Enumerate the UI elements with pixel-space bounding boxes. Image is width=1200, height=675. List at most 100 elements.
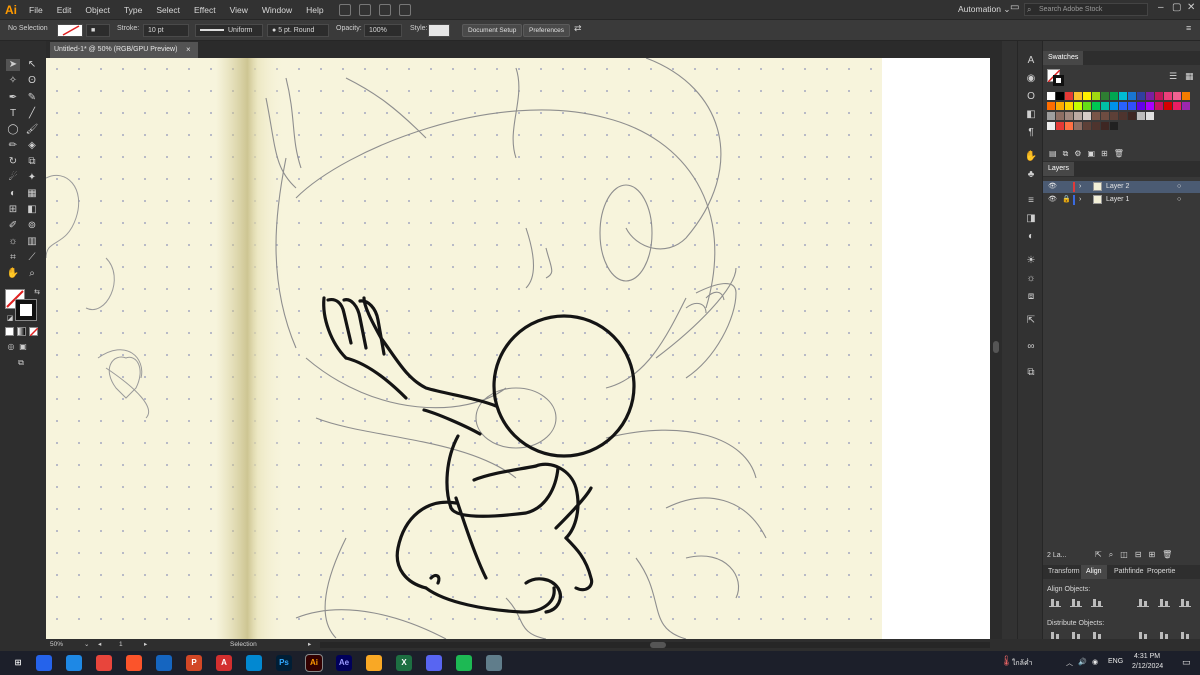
color-swatch[interactable] <box>1065 112 1073 120</box>
color-swatch[interactable] <box>1065 122 1073 130</box>
export-icon[interactable]: ⇱ <box>1024 315 1038 327</box>
color-swatch[interactable] <box>1083 112 1091 120</box>
network-icon[interactable]: ◉ <box>1092 658 1098 666</box>
notifications-icon[interactable]: ▭ <box>1182 657 1191 668</box>
next-artboard-icon[interactable]: ▸ <box>144 640 147 648</box>
color-swatch[interactable] <box>1083 92 1091 100</box>
tab-align[interactable]: Align <box>1081 565 1107 579</box>
shape-builder-tool-icon[interactable]: ◐ <box>6 188 20 200</box>
rotate-tool-icon[interactable]: ↻ <box>6 156 20 168</box>
color-swatch[interactable] <box>1065 92 1073 100</box>
color-swatch[interactable] <box>1101 112 1109 120</box>
gradient-panel-icon[interactable]: ◨ <box>1024 213 1038 225</box>
first-artboard-icon[interactable]: ◂ <box>98 640 101 648</box>
glyphs-icon[interactable]: ◧ <box>1024 109 1038 121</box>
color-swatch[interactable] <box>1119 112 1127 120</box>
align-horizontal-center-icon[interactable] <box>1070 598 1082 607</box>
color-swatch[interactable] <box>1056 102 1064 110</box>
acrobat-icon[interactable]: Ps <box>276 655 292 671</box>
zoom-dropdown-icon[interactable]: ⌄ <box>84 640 89 648</box>
layer-target-icon[interactable]: ○ <box>1177 181 1181 193</box>
color-swatch[interactable] <box>1119 92 1127 100</box>
color-swatch[interactable] <box>1146 102 1154 110</box>
current-stroke-swatch[interactable] <box>1053 75 1064 86</box>
vertical-scrollbar[interactable] <box>990 41 1002 639</box>
color-swatch[interactable] <box>1110 122 1118 130</box>
opacity-field[interactable]: 100% <box>364 24 402 37</box>
symbol-sprayer-tool-icon[interactable]: ☼ <box>6 236 20 248</box>
graphic-styles-icon[interactable]: ☼ <box>1024 273 1038 285</box>
warp-tool-icon[interactable]: ☄ <box>6 172 20 184</box>
color-swatch[interactable] <box>1173 92 1181 100</box>
graphic-style-swatch[interactable] <box>428 24 450 37</box>
color-swatch[interactable] <box>1110 92 1118 100</box>
color-swatch[interactable] <box>1182 102 1190 110</box>
stock-icon[interactable] <box>358 3 371 16</box>
default-colors-icon[interactable]: ◪ <box>3 313 17 325</box>
color-swatch[interactable] <box>1164 102 1172 110</box>
swatch-options-icon[interactable]: ⚙ <box>1074 149 1087 158</box>
lasso-tool-icon[interactable]: ʘ <box>25 75 39 87</box>
color-swatch[interactable] <box>1101 122 1109 130</box>
scale-tool-icon[interactable]: ⧉ <box>25 156 39 168</box>
shaper-tool-icon[interactable]: ✏ <box>6 140 20 152</box>
brave-icon[interactable]: P <box>186 655 202 671</box>
preferences-button[interactable]: Preferences <box>523 24 571 37</box>
blend-tool-icon[interactable]: ⊚ <box>25 220 39 232</box>
ellipse-tool-icon[interactable]: ◯ <box>6 124 20 136</box>
paintbrush-tool-icon[interactable]: 🖌 <box>25 124 39 136</box>
discord-icon[interactable] <box>486 655 502 671</box>
search-icon[interactable] <box>36 655 52 671</box>
paragraph-icon[interactable]: ¶ <box>1024 127 1038 139</box>
layer-name[interactable]: Layer 1 <box>1106 194 1129 206</box>
canvas-area[interactable] <box>46 58 990 639</box>
color-swatch[interactable] <box>1056 122 1064 130</box>
export-layer-icon[interactable]: ⇱ <box>1095 550 1109 559</box>
image-trace-icon[interactable]: ⧈ <box>1024 291 1038 303</box>
color-swatch[interactable] <box>1083 122 1091 130</box>
tray-overflow-icon[interactable]: ︿ <box>1066 658 1073 668</box>
layer-row[interactable]: 👁 🔒 › Layer 1 ○ <box>1043 194 1200 206</box>
document-tab[interactable]: Untitled-1* @ 50% (RGB/GPU Preview) <box>50 42 198 58</box>
layer-target-icon[interactable]: ○ <box>1177 194 1181 206</box>
color-mode-icon[interactable] <box>5 327 14 336</box>
panel-toggle-icon[interactable]: ▭ <box>1010 2 1019 13</box>
clipping-mask-icon[interactable]: ◫ <box>1120 550 1135 559</box>
menu-object[interactable]: Object <box>78 5 117 15</box>
file-explorer-icon[interactable] <box>426 655 442 671</box>
magic-wand-tool-icon[interactable]: ✧ <box>6 75 20 87</box>
puppet-icon[interactable]: ✋ <box>1024 151 1038 163</box>
color-swatch[interactable] <box>1155 92 1163 100</box>
align-top-icon[interactable] <box>1137 598 1149 607</box>
gradient-mode-icon[interactable] <box>17 327 26 336</box>
color-swatch[interactable] <box>1164 92 1172 100</box>
menu-help[interactable]: Help <box>299 5 330 15</box>
color-swatch[interactable] <box>1110 112 1118 120</box>
color-swatch[interactable] <box>1092 92 1100 100</box>
bridge-icon[interactable] <box>338 3 351 16</box>
color-swatch[interactable] <box>1056 112 1064 120</box>
microsoft-store-icon[interactable] <box>96 655 112 671</box>
menu-window[interactable]: Window <box>255 5 299 15</box>
none-mode-icon[interactable] <box>29 327 39 337</box>
close-window-icon[interactable]: ✕ <box>1187 2 1195 13</box>
add-selected-swatch-icon[interactable]: ⧉ <box>1063 149 1075 158</box>
menu-edit[interactable]: Edit <box>50 5 79 15</box>
color-swatch[interactable] <box>1074 92 1082 100</box>
color-swatch[interactable] <box>1137 112 1145 120</box>
color-swatch[interactable] <box>1047 122 1055 130</box>
align-vertical-center-icon[interactable] <box>1158 598 1170 607</box>
powerpoint-icon[interactable] <box>246 655 262 671</box>
color-swatch[interactable] <box>1047 102 1055 110</box>
new-sublayer-icon[interactable]: ⊟ <box>1135 550 1149 559</box>
workspace-switcher[interactable]: Automation ⌄ <box>958 4 1010 15</box>
stroke-swatch[interactable]: ■ <box>86 24 110 37</box>
color-swatch[interactable] <box>1074 122 1082 130</box>
arrange-documents-icon[interactable] <box>378 3 391 16</box>
maximize-icon[interactable]: ▢ <box>1172 2 1181 13</box>
color-swatch[interactable] <box>1083 102 1091 110</box>
align-left-icon[interactable] <box>1049 598 1061 607</box>
color-swatch[interactable] <box>1128 112 1136 120</box>
horizontal-scrollbar[interactable] <box>320 642 990 648</box>
pen-tool-icon[interactable]: ✒ <box>6 92 20 104</box>
